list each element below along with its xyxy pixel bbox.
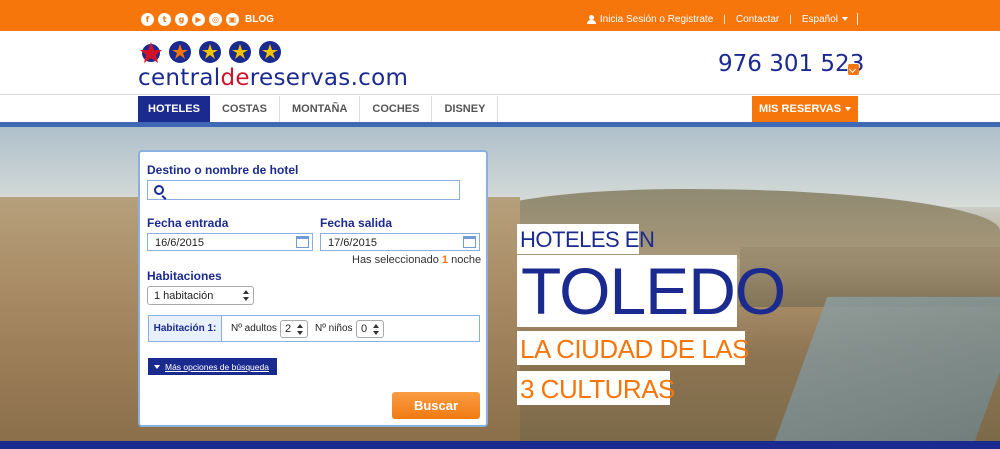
language-selector[interactable]: Español xyxy=(802,14,848,25)
room-1-label: Habitación 1: xyxy=(149,316,222,341)
adults-select[interactable]: 2 xyxy=(280,320,308,338)
nights-summary: Has seleccionado 1 noche xyxy=(352,254,481,266)
logo-text-highlight: de xyxy=(220,65,250,91)
main-nav: HOTELES COSTAS MONTAÑA COCHES DISNEY MIS… xyxy=(0,96,1000,122)
select-arrows-icon xyxy=(242,289,251,302)
nav-tab-disney[interactable]: DISNEY xyxy=(432,96,499,122)
separator: | xyxy=(723,13,726,25)
promo-title: TOLEDO xyxy=(521,254,786,328)
my-bookings-button[interactable]: MIS RESERVAS xyxy=(752,96,858,122)
logo-text-part: central xyxy=(138,65,221,91)
nights-suffix: noche xyxy=(451,254,482,266)
checkout-value: 17/6/2015 xyxy=(328,237,377,249)
login-link[interactable]: Inicia Sesión o Registrate xyxy=(600,14,713,25)
calendar-icon[interactable] xyxy=(296,236,309,248)
top-bar-inner: f t g ▶ ◎ ▣ BLOG Inicia Sesión o Registr… xyxy=(138,0,858,31)
promo-line-3-box: LA CIUDAD DE LAS xyxy=(517,331,749,365)
social-links: f t g ▶ ◎ ▣ BLOG xyxy=(141,13,274,26)
top-bar: f t g ▶ ◎ ▣ BLOG Inicia Sesión o Registr… xyxy=(0,0,1000,31)
select-arrows-icon xyxy=(372,323,381,336)
nav-tab-hoteles[interactable]: HOTELES xyxy=(138,96,210,122)
search-icon xyxy=(154,185,164,195)
search-button[interactable]: Buscar xyxy=(392,392,480,419)
contact-link[interactable]: Contactar xyxy=(736,14,779,25)
separator: | xyxy=(789,13,792,25)
checkout-label: Fecha salida xyxy=(320,216,393,230)
facebook-icon[interactable]: f xyxy=(141,13,154,26)
rooms-select[interactable]: 1 habitación xyxy=(147,286,254,305)
chevron-down-icon xyxy=(845,107,852,111)
logo-stars[interactable] xyxy=(139,41,289,63)
blog-link[interactable]: BLOG xyxy=(245,14,274,25)
language-label: Español xyxy=(801,13,838,25)
star-logo-icon xyxy=(259,41,281,63)
adults-value: 2 xyxy=(285,323,292,335)
google-plus-icon[interactable]: g xyxy=(175,13,188,26)
star-logo-icon xyxy=(229,41,251,63)
my-bookings-label: MIS RESERVAS xyxy=(758,103,842,115)
children-value: 0 xyxy=(361,323,368,335)
checkin-value: 16/6/2015 xyxy=(155,237,204,249)
nav-tab-coches[interactable]: COCHES xyxy=(360,96,433,122)
promo-line-1: HOTELES EN xyxy=(520,227,655,252)
divider xyxy=(857,13,858,25)
star-logo-icon xyxy=(199,41,221,63)
room-1-row: Habitación 1: Nº adultos 2 Nº niños 0 xyxy=(148,315,480,342)
nav-tab-montana[interactable]: MONTAÑA xyxy=(280,96,361,122)
adults-label: Nº adultos xyxy=(231,323,277,334)
select-arrows-icon xyxy=(296,323,305,336)
youtube-icon[interactable]: ▶ xyxy=(192,13,205,26)
twitter-icon[interactable]: t xyxy=(158,13,171,26)
children-select[interactable]: 0 xyxy=(356,320,384,338)
more-options-label: Más opciones de búsqueda xyxy=(165,361,269,372)
promo-line-4-box: 3 CULTURAS xyxy=(517,371,675,405)
rooms-label: Habitaciones xyxy=(147,269,222,283)
phone-number: 976 301 523 xyxy=(718,51,865,77)
star-logo-icon xyxy=(169,41,191,63)
promo-line-3: LA CIUDAD DE LAS xyxy=(520,334,749,364)
checkin-label: Fecha entrada xyxy=(147,216,229,230)
promo-line-4: 3 CULTURAS xyxy=(520,374,675,404)
promo-line-2-box: TOLEDO xyxy=(517,254,786,328)
chevron-down-icon xyxy=(842,16,848,21)
checkin-date-field[interactable]: 16/6/2015 xyxy=(147,233,313,251)
more-options-link[interactable]: Más opciones de búsqueda xyxy=(148,358,277,375)
star-logo-icon xyxy=(139,41,162,63)
nights-count: 1 xyxy=(441,254,449,266)
blog-icon[interactable]: ▣ xyxy=(226,13,239,26)
checkout-date-field[interactable]: 17/6/2015 xyxy=(320,233,480,251)
nights-prefix: Has seleccionado xyxy=(352,254,439,266)
logo-text-part: reservas.com xyxy=(249,65,409,91)
destination-input[interactable] xyxy=(147,180,460,200)
calendar-icon[interactable] xyxy=(463,236,476,248)
chevron-down-icon xyxy=(154,364,160,369)
site-logo[interactable]: centraldereservas.com xyxy=(138,65,408,91)
destination-label: Destino o nombre de hotel xyxy=(147,163,299,177)
nav-tab-costas[interactable]: COSTAS xyxy=(210,96,280,122)
instagram-icon[interactable]: ◎ xyxy=(209,13,222,26)
user-icon xyxy=(586,14,596,24)
nav-tabs: HOTELES COSTAS MONTAÑA COCHES DISNEY xyxy=(138,96,499,122)
phone-dropdown-icon[interactable] xyxy=(848,64,859,75)
promo-line-1-box: HOTELES EN xyxy=(517,224,655,254)
hero-river xyxy=(772,297,1000,441)
hotel-search-panel: Destino o nombre de hotel Fecha entrada … xyxy=(138,150,488,427)
account-links: Inicia Sesión o Registrate | Contactar |… xyxy=(586,13,858,25)
bottom-bar xyxy=(0,441,1000,449)
rooms-value: 1 habitación xyxy=(154,290,214,302)
children-label: Nº niños xyxy=(315,323,353,334)
